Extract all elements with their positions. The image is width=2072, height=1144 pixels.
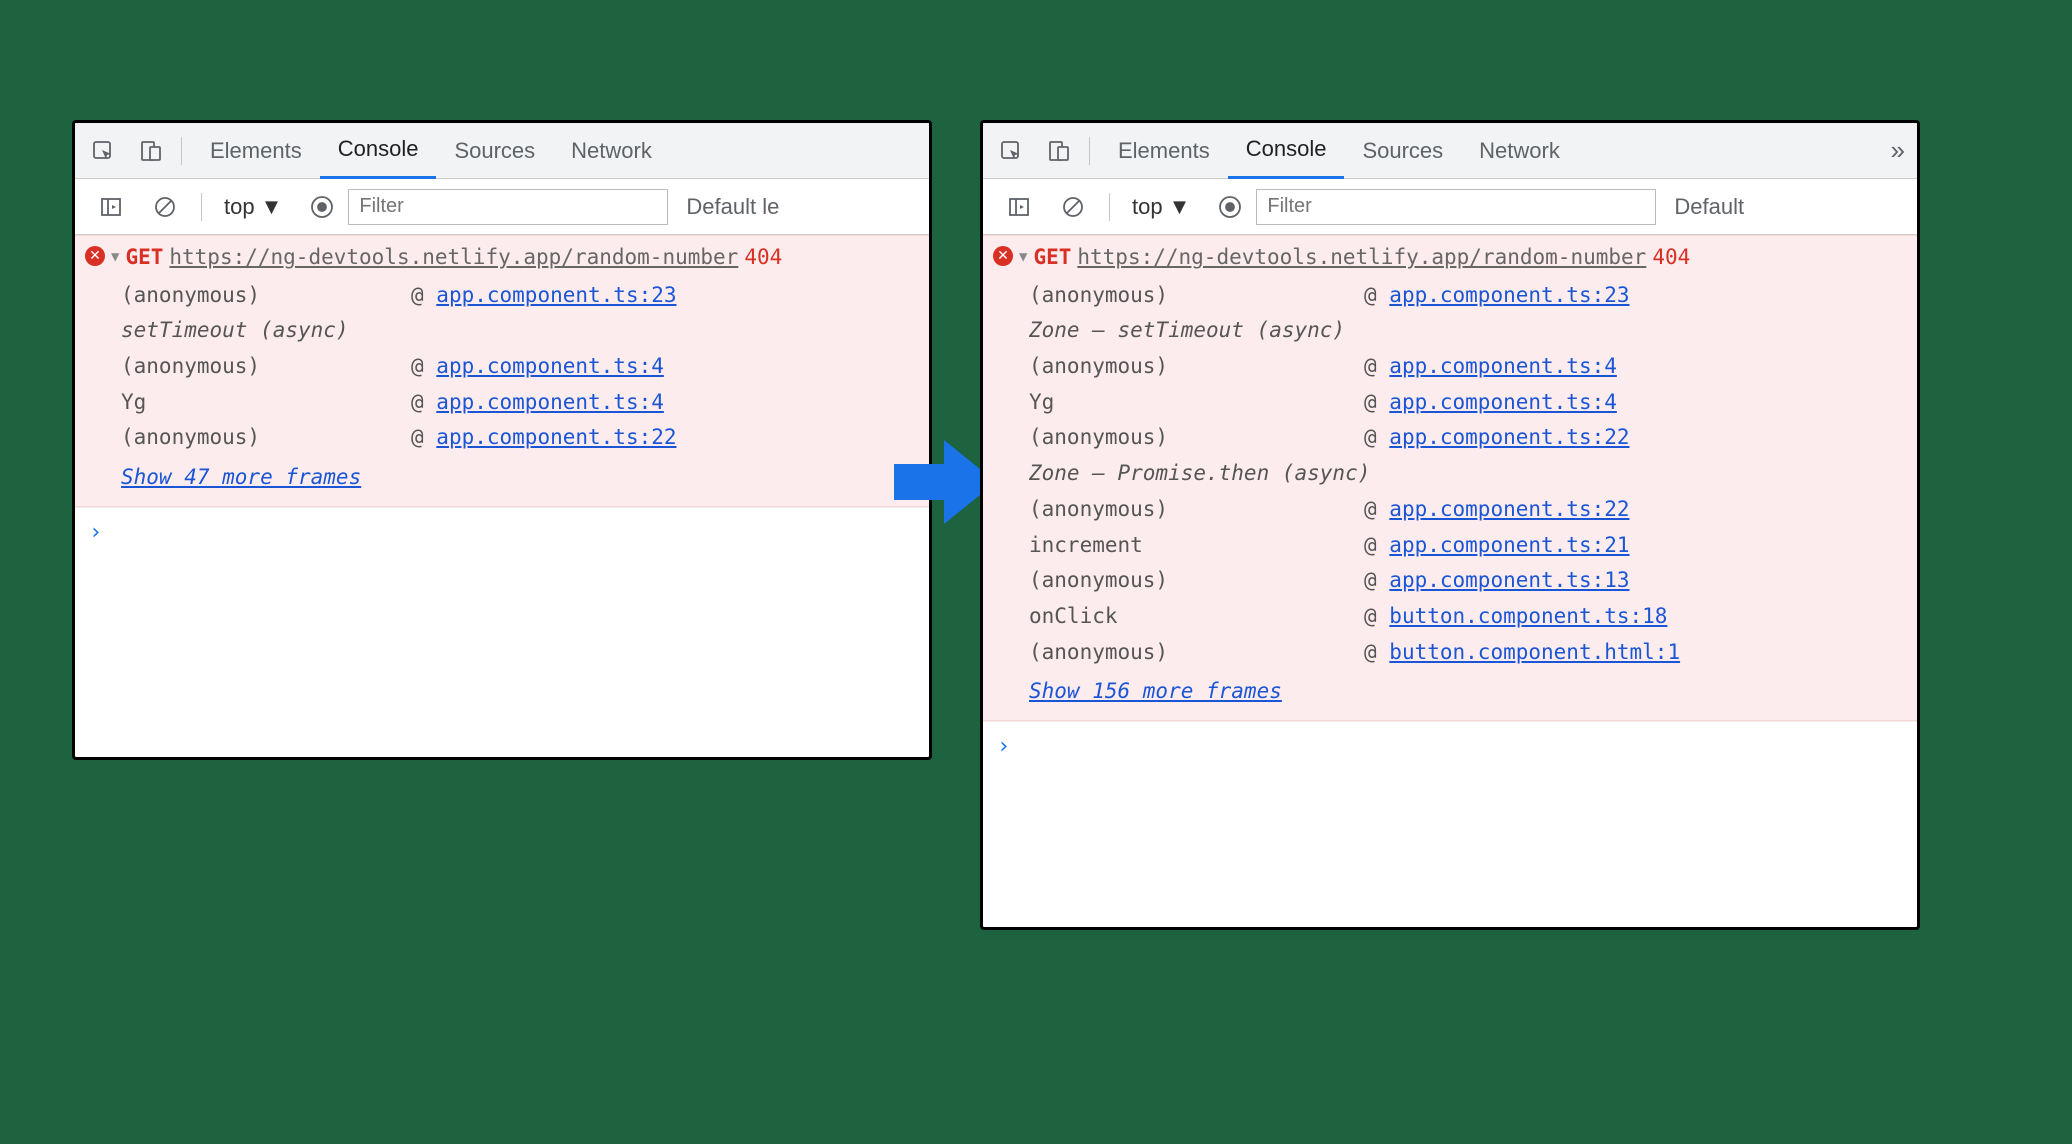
console-body: ✕ ▼ GET https://ng-devtools.netlify.app/… (983, 235, 1917, 771)
context-selector[interactable]: top ▼ (1126, 190, 1196, 224)
frame-link[interactable]: app.component.ts:13 (1389, 568, 1629, 592)
frame-link[interactable]: button.component.html:1 (1389, 640, 1680, 664)
expand-triangle-icon[interactable]: ▼ (111, 246, 119, 270)
error-icon: ✕ (85, 246, 105, 266)
stack-frame: (anonymous) @ app.component.ts:4 (1029, 349, 1907, 385)
frame-fn: (anonymous) (1029, 420, 1364, 456)
show-more-frames[interactable]: Show 47 more frames (121, 460, 361, 496)
frame-link[interactable]: app.component.ts:23 (1389, 283, 1629, 307)
frame-fn: onClick (1029, 599, 1364, 635)
expand-triangle-icon[interactable]: ▼ (1019, 246, 1027, 270)
console-sidebar-toggle-icon[interactable] (91, 187, 131, 227)
tab-console[interactable]: Console (320, 123, 437, 179)
stack-frame: (anonymous) @ app.component.ts:23 (121, 278, 919, 314)
clear-console-icon[interactable] (1053, 187, 1093, 227)
log-levels[interactable]: Default le (686, 194, 779, 220)
console-prompt[interactable]: › (983, 721, 1917, 771)
divider (1089, 137, 1090, 165)
filter-input[interactable] (348, 189, 668, 225)
devtools-tabbar: Elements Console Sources Network (75, 123, 929, 179)
frame-fn: (anonymous) (121, 278, 411, 314)
chevron-down-icon: ▼ (1169, 194, 1191, 220)
tabs-overflow-icon[interactable]: » (1879, 135, 1917, 166)
chevron-down-icon: ▼ (261, 194, 283, 220)
frame-fn: (anonymous) (1029, 635, 1364, 671)
devtools-tabbar: Elements Console Sources Network » (983, 123, 1917, 179)
frame-fn: (anonymous) (1029, 492, 1364, 528)
frame-link[interactable]: app.component.ts:22 (436, 425, 676, 449)
frame-fn: (anonymous) (1029, 563, 1364, 599)
async-divider: setTimeout (async) (121, 313, 919, 349)
inspect-element-icon[interactable] (991, 131, 1031, 171)
stack-frame: (anonymous) @ app.component.ts:22 (121, 420, 919, 456)
frame-fn: (anonymous) (1029, 278, 1364, 314)
stack-frame: (anonymous) @ app.component.ts:13 (1029, 563, 1907, 599)
console-prompt[interactable]: › (75, 507, 929, 557)
devtools-panel-after: Elements Console Sources Network » top ▼… (980, 120, 1920, 930)
divider (181, 137, 182, 165)
frame-fn: (anonymous) (121, 420, 411, 456)
devtools-panel-before: Elements Console Sources Network top ▼ D… (72, 120, 932, 760)
http-method: GET (125, 240, 163, 276)
tab-sources[interactable]: Sources (1344, 123, 1461, 179)
tab-network[interactable]: Network (553, 123, 670, 179)
frame-fn: (anonymous) (1029, 349, 1364, 385)
inspect-element-icon[interactable] (83, 131, 123, 171)
frame-link[interactable]: app.component.ts:23 (436, 283, 676, 307)
frame-fn: Yg (121, 385, 411, 421)
error-icon: ✕ (993, 246, 1013, 266)
http-status: 404 (1652, 240, 1690, 276)
frame-fn: increment (1029, 528, 1364, 564)
stack-frame: onClick @ button.component.ts:18 (1029, 599, 1907, 635)
context-label: top (1132, 194, 1163, 220)
filter-input[interactable] (1256, 189, 1656, 225)
frame-link[interactable]: button.component.ts:18 (1389, 604, 1667, 628)
async-divider: Zone — Promise.then (async) (1029, 456, 1907, 492)
live-expression-icon[interactable] (1210, 187, 1250, 227)
frame-link[interactable]: app.component.ts:22 (1389, 497, 1629, 521)
stack-frame: (anonymous) @ app.component.ts:4 (121, 349, 919, 385)
stack-frame: (anonymous) @ button.component.html:1 (1029, 635, 1907, 671)
async-divider: Zone — setTimeout (async) (1029, 313, 1907, 349)
context-selector[interactable]: top ▼ (218, 190, 288, 224)
error-message: ✕ ▼ GET https://ng-devtools.netlify.app/… (983, 235, 1917, 721)
http-status: 404 (744, 240, 782, 276)
http-method: GET (1033, 240, 1071, 276)
clear-console-icon[interactable] (145, 187, 185, 227)
stack-frame: (anonymous) @ app.component.ts:22 (1029, 492, 1907, 528)
stack-frame: (anonymous) @ app.component.ts:22 (1029, 420, 1907, 456)
log-levels[interactable]: Default (1674, 194, 1744, 220)
stack-frame: Yg @ app.component.ts:4 (121, 385, 919, 421)
stack-frame: Yg @ app.component.ts:4 (1029, 385, 1907, 421)
tab-network[interactable]: Network (1461, 123, 1578, 179)
tab-console[interactable]: Console (1228, 123, 1345, 179)
divider (1109, 193, 1110, 221)
error-message: ✕ ▼ GET https://ng-devtools.netlify.app/… (75, 235, 929, 507)
stack-frame: (anonymous) @ app.component.ts:23 (1029, 278, 1907, 314)
frame-link[interactable]: app.component.ts:4 (1389, 390, 1617, 414)
error-url[interactable]: https://ng-devtools.netlify.app/random-n… (169, 240, 738, 276)
tab-elements[interactable]: Elements (192, 123, 320, 179)
error-url[interactable]: https://ng-devtools.netlify.app/random-n… (1077, 240, 1646, 276)
console-toolbar: top ▼ Default le (75, 179, 929, 235)
frame-link[interactable]: app.component.ts:21 (1389, 533, 1629, 557)
console-body: ✕ ▼ GET https://ng-devtools.netlify.app/… (75, 235, 929, 557)
tab-sources[interactable]: Sources (436, 123, 553, 179)
stack-frame: increment @ app.component.ts:21 (1029, 528, 1907, 564)
frame-link[interactable]: app.component.ts:4 (1389, 354, 1617, 378)
context-label: top (224, 194, 255, 220)
frame-link[interactable]: app.component.ts:4 (436, 354, 664, 378)
show-more-frames[interactable]: Show 156 more frames (1029, 674, 1282, 710)
console-toolbar: top ▼ Default (983, 179, 1917, 235)
tab-elements[interactable]: Elements (1100, 123, 1228, 179)
frame-link[interactable]: app.component.ts:4 (436, 390, 664, 414)
divider (201, 193, 202, 221)
frame-fn: Yg (1029, 385, 1364, 421)
frame-fn: (anonymous) (121, 349, 411, 385)
frame-link[interactable]: app.component.ts:22 (1389, 425, 1629, 449)
device-toolbar-icon[interactable] (131, 131, 171, 171)
console-sidebar-toggle-icon[interactable] (999, 187, 1039, 227)
device-toolbar-icon[interactable] (1039, 131, 1079, 171)
live-expression-icon[interactable] (302, 187, 342, 227)
